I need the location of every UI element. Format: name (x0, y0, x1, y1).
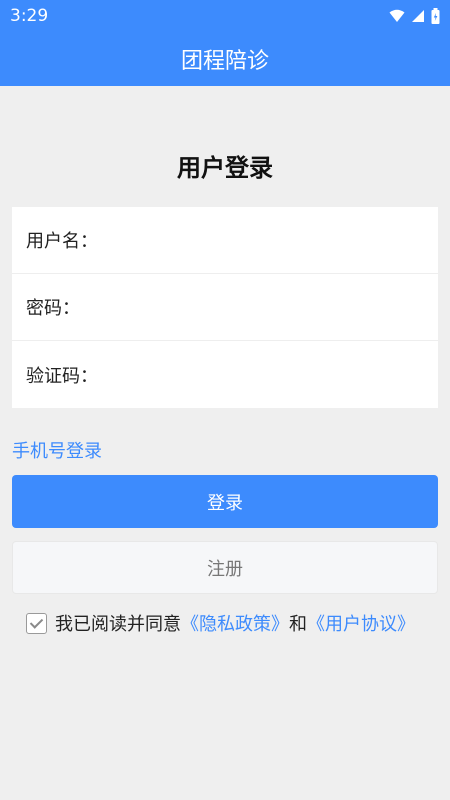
captcha-row: 验证码： (12, 341, 438, 408)
register-button[interactable]: 注册 (12, 541, 438, 594)
password-label: 密码： (26, 298, 80, 319)
phone-login-link[interactable]: 手机号登录 (12, 437, 102, 463)
captcha-input[interactable] (98, 341, 438, 408)
agreement-checkbox[interactable] (26, 613, 47, 634)
status-bar: 3:29 (0, 0, 450, 32)
captcha-label: 验证码： (26, 365, 98, 387)
page-title: 用户登录 (177, 154, 273, 182)
login-form: 用户名： 密码： 验证码： (12, 207, 438, 408)
signal-icon (412, 10, 424, 22)
username-label: 用户名： (26, 231, 98, 252)
app-bar: 团程陪诊 (0, 32, 450, 86)
status-time: 3:29 (10, 6, 49, 26)
battery-icon (431, 8, 440, 24)
username-row: 用户名： (12, 207, 438, 274)
login-button-label: 登录 (207, 492, 243, 514)
login-button[interactable]: 登录 (12, 475, 438, 528)
password-row: 密码： (12, 274, 438, 341)
agreement-prefix: 我已阅读并同意 (55, 614, 181, 635)
agreement-and: 和 (289, 614, 307, 635)
wifi-icon (389, 9, 405, 22)
privacy-policy-link[interactable]: 《隐私政策》 (181, 614, 289, 635)
status-icons (389, 8, 440, 24)
app-title: 团程陪诊 (180, 49, 269, 74)
username-input[interactable] (98, 207, 438, 273)
agreement: 我已阅读并同意《隐私政策》和《用户协议》 (26, 611, 426, 639)
user-agreement-link[interactable]: 《用户协议》 (307, 614, 415, 635)
register-button-label: 注册 (207, 558, 243, 580)
password-input[interactable] (80, 274, 438, 340)
